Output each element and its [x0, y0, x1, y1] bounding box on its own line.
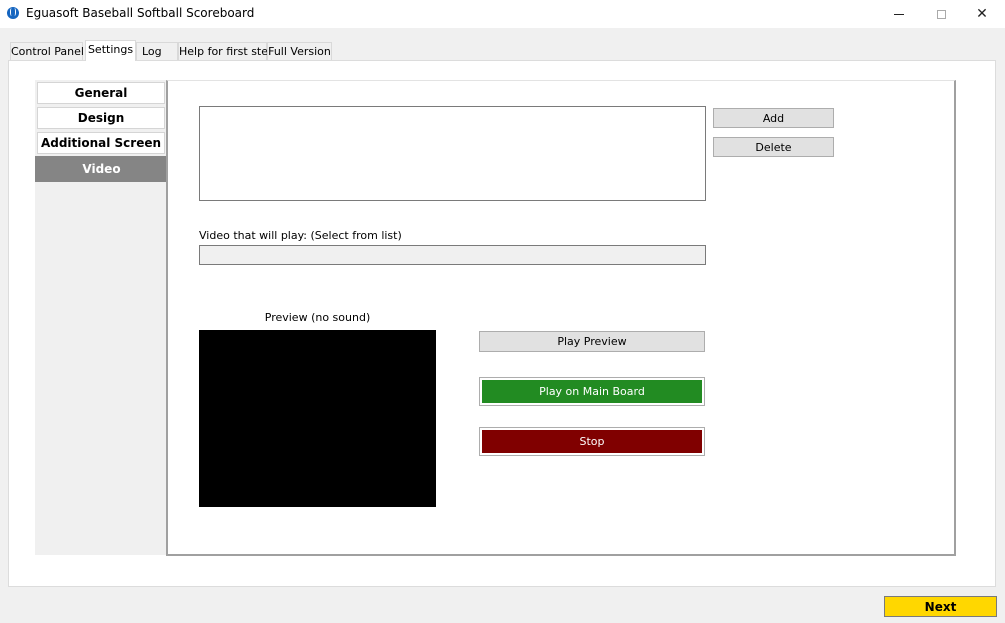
- tab-log[interactable]: Log: [136, 42, 178, 60]
- add-button[interactable]: Add: [713, 108, 834, 128]
- selected-video-field: [199, 245, 706, 265]
- baseball-icon: [7, 7, 19, 19]
- maximize-icon: [936, 9, 946, 19]
- video-preview: [199, 330, 436, 507]
- minimize-icon: [894, 13, 904, 15]
- play-preview-button[interactable]: Play Preview: [479, 331, 705, 352]
- play-on-main-board-button[interactable]: Play on Main Board: [479, 377, 705, 406]
- tab-control-panel[interactable]: Control Panel: [10, 42, 84, 60]
- close-button[interactable]: ✕: [959, 0, 1005, 28]
- play-on-main-board-label: Play on Main Board: [482, 380, 702, 403]
- tab-full-version[interactable]: Full Version: [267, 42, 332, 60]
- sidebar-item-design[interactable]: Design: [37, 107, 165, 129]
- preview-label: Preview (no sound): [264, 311, 371, 324]
- window-title: Eguasoft Baseball Softball Scoreboard: [26, 6, 255, 20]
- sidebar-item-general[interactable]: General: [37, 82, 165, 104]
- tab-settings[interactable]: Settings: [85, 40, 136, 61]
- sidebar-item-video[interactable]: Video: [35, 156, 168, 182]
- close-icon: ✕: [976, 6, 988, 22]
- next-button[interactable]: Next: [884, 596, 997, 617]
- delete-button[interactable]: Delete: [713, 137, 834, 157]
- tab-help-first-step[interactable]: Help for first step: [178, 42, 275, 60]
- video-list[interactable]: [199, 106, 706, 201]
- maximize-button[interactable]: [918, 0, 964, 28]
- selected-video-label: Video that will play: (Select from list): [199, 229, 402, 242]
- sidebar-item-additional-screen[interactable]: Additional Screen: [37, 132, 165, 154]
- stop-label: Stop: [482, 430, 702, 453]
- stop-button[interactable]: Stop: [479, 427, 705, 456]
- minimize-button[interactable]: [876, 0, 922, 28]
